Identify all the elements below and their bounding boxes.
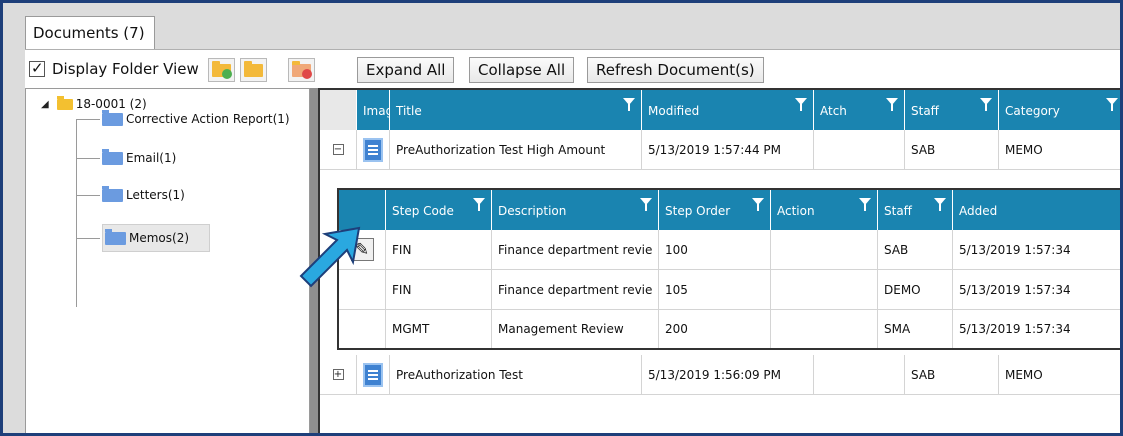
folder-icon	[56, 95, 73, 110]
cell-category: MEMO	[999, 355, 1120, 394]
cell-added: 5/13/2019 1:57:34	[953, 230, 1120, 269]
tree-item-letters[interactable]: Letters(1)	[76, 182, 185, 208]
display-folder-view-label: Display Folder View	[52, 60, 199, 78]
cell-atch	[814, 355, 905, 394]
tree-item-label: Corrective Action Report(1)	[126, 112, 290, 126]
header-staff[interactable]: Staff	[878, 190, 953, 230]
cell-staff: SMA	[878, 310, 953, 348]
table-row[interactable]: − PreAuthorization Test High Amount 5/13…	[320, 130, 1120, 170]
header-description[interactable]: Description	[492, 190, 659, 230]
tree-item-corrective-action-report[interactable]: Corrective Action Report(1)	[76, 106, 290, 132]
documents-panel: Display Folder View Expand All Collapse …	[25, 49, 1120, 433]
header-step-order[interactable]: Step Order	[659, 190, 771, 230]
cell-modified: 5/13/2019 1:56:09 PM	[642, 355, 814, 394]
cell-action	[771, 310, 878, 348]
display-folder-view-toggle[interactable]: Display Folder View	[29, 59, 199, 78]
tree-item-label: Memos(2)	[129, 231, 190, 245]
table-row[interactable]: FIN Finance department revie 105 DEMO 5/…	[339, 270, 1120, 310]
folder-icon	[102, 148, 123, 165]
add-folder-icon[interactable]	[208, 58, 235, 82]
display-folder-view-checkbox[interactable]	[29, 59, 45, 77]
cell-step-order: 105	[659, 270, 771, 309]
header-atch[interactable]: Atch	[814, 90, 905, 130]
cell-step-code: FIN	[386, 270, 492, 309]
pointer-arrow-icon	[299, 226, 361, 288]
word-document-icon[interactable]	[363, 137, 383, 162]
expand-all-button[interactable]: Expand All	[357, 57, 455, 83]
header-modified[interactable]: Modified	[642, 90, 814, 130]
collapse-all-button[interactable]: Collapse All	[469, 57, 575, 83]
cell-action	[771, 230, 878, 269]
header-added[interactable]: Added	[953, 190, 1120, 230]
tree-item-email[interactable]: Email(1)	[76, 145, 176, 171]
folder-icon	[102, 185, 123, 202]
cell-category: MEMO	[999, 130, 1120, 169]
cell-step-order: 200	[659, 310, 771, 348]
cell-added: 5/13/2019 1:57:34	[953, 270, 1120, 309]
filter-icon[interactable]	[886, 98, 898, 112]
header-title[interactable]: Title	[390, 90, 642, 130]
toolbar: Display Folder View Expand All Collapse …	[25, 50, 1120, 88]
header-expander	[320, 90, 357, 130]
cell-staff: SAB	[878, 230, 953, 269]
header-staff[interactable]: Staff	[905, 90, 999, 130]
documents-grid: Imag Title Modified Atch Staff Category …	[318, 88, 1120, 433]
filter-icon[interactable]	[795, 98, 807, 112]
delete-folder-icon[interactable]	[288, 58, 315, 82]
cell-description: Finance department revie	[492, 230, 659, 269]
cell-added: 5/13/2019 1:57:34	[953, 310, 1120, 348]
documents-window: Documents (7) Display Folder View Expand…	[0, 0, 1123, 436]
cell-description: Finance department revie	[492, 270, 659, 309]
collapse-row-icon[interactable]: −	[332, 144, 344, 155]
folder-icon	[105, 228, 126, 245]
expand-row-icon[interactable]: +	[332, 369, 344, 380]
filter-icon[interactable]	[934, 198, 946, 212]
filter-icon[interactable]	[1106, 98, 1118, 112]
cell-title: PreAuthorization Test High Amount	[390, 130, 642, 169]
tree-item-label-box: Memos(2)	[102, 224, 211, 252]
cell-staff: SAB	[905, 130, 999, 169]
tab-documents[interactable]: Documents (7)	[25, 16, 155, 50]
folder-icon	[102, 109, 123, 126]
open-folder-icon[interactable]	[240, 58, 267, 82]
tree-item-memos[interactable]: Memos(2)	[76, 224, 211, 252]
filter-icon[interactable]	[752, 198, 764, 212]
word-document-icon[interactable]	[363, 362, 383, 387]
cell-title: PreAuthorization Test	[390, 355, 642, 394]
filter-icon[interactable]	[623, 98, 635, 112]
cell-description: Management Review	[492, 310, 659, 348]
cell-step-code: MGMT	[386, 310, 492, 348]
cell-modified: 5/13/2019 1:57:44 PM	[642, 130, 814, 169]
table-row[interactable]: + PreAuthorization Test 5/13/2019 1:56:0…	[320, 355, 1120, 395]
tree-item-label: Email(1)	[126, 151, 177, 165]
collapse-triangle-icon[interactable]: ◢	[41, 99, 49, 110]
refresh-documents-button[interactable]: Refresh Document(s)	[587, 57, 764, 83]
grid-header: Imag Title Modified Atch Staff Category	[320, 90, 1120, 130]
detail-grid: Step Code Description Step Order Action …	[337, 188, 1120, 350]
cell-staff: DEMO	[878, 270, 953, 309]
cell-staff: SAB	[905, 355, 999, 394]
cell-step-order: 100	[659, 230, 771, 269]
cell-atch	[814, 130, 905, 169]
header-category[interactable]: Category	[999, 90, 1120, 130]
filter-icon[interactable]	[640, 198, 652, 212]
header-action[interactable]: Action	[771, 190, 878, 230]
detail-header: Step Code Description Step Order Action …	[339, 190, 1120, 230]
folder-tree: ◢ 18-0001 (2) Corrective Action Report(1…	[25, 88, 310, 433]
detail-header-edit	[339, 190, 386, 230]
filter-icon[interactable]	[980, 98, 992, 112]
header-image[interactable]: Imag	[357, 90, 390, 130]
table-row[interactable]: MGMT Management Review 200 SMA 5/13/2019…	[339, 310, 1120, 348]
filter-icon[interactable]	[859, 198, 871, 212]
header-step-code[interactable]: Step Code	[386, 190, 492, 230]
cell-step-code: FIN	[386, 230, 492, 269]
tree-item-label: Letters(1)	[126, 188, 185, 202]
table-row[interactable]: ✎ FIN Finance department revie 100 SAB 5…	[339, 230, 1120, 270]
cell-action	[771, 270, 878, 309]
filter-icon[interactable]	[473, 198, 485, 212]
